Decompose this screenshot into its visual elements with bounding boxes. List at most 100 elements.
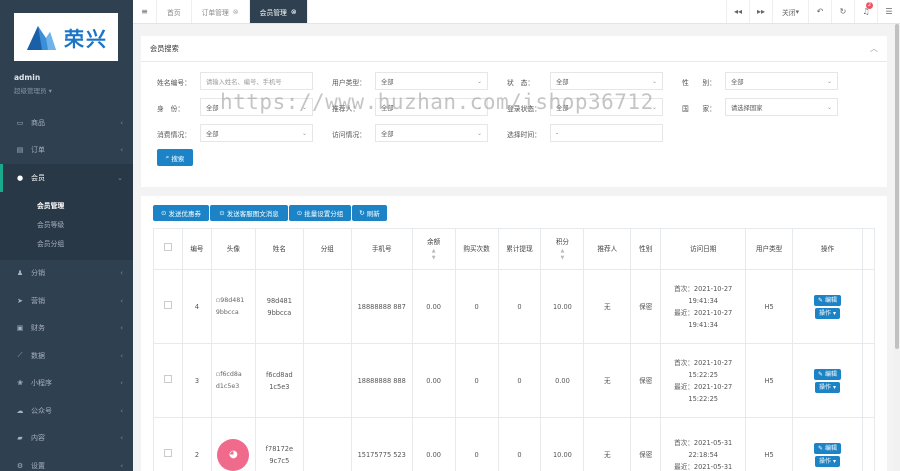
subnav-member-level[interactable]: 会员等级 bbox=[0, 216, 133, 235]
sidebar-item-miniapp[interactable]: ❀ 小程序 ‹ bbox=[0, 370, 133, 398]
subnav-member-manage[interactable]: 会员管理 bbox=[0, 197, 133, 216]
notification-badge: 2 bbox=[865, 2, 873, 9]
sidebar-item-wechat[interactable]: ☁ 公众号 ‹ bbox=[0, 397, 133, 425]
select-all-checkbox[interactable] bbox=[153, 228, 183, 270]
operate-dropdown[interactable]: 操作 ▾ bbox=[815, 381, 840, 393]
label-consume: 消费情况： bbox=[157, 131, 191, 139]
refresh-icon: ↻ bbox=[359, 209, 365, 217]
send-coupon-button[interactable]: ⊙ 发送优惠券 bbox=[153, 205, 209, 221]
close-tab-icon[interactable]: ⊗ bbox=[233, 8, 239, 16]
watermark-text: https://www.huzhan.com/ishop36712 bbox=[220, 90, 654, 114]
table-row: 2 ◕ f78172e 9c7c5 15175775 523 0.00 0 0 … bbox=[153, 417, 876, 471]
col-buys[interactable]: 购买次数 bbox=[454, 228, 499, 270]
gear-icon: ⚙ bbox=[16, 461, 24, 470]
sidebar-item-distribution[interactable]: ♟ 分销 ‹ bbox=[0, 260, 133, 288]
label-visit: 访问情况： bbox=[332, 131, 366, 139]
scroll-left-button[interactable]: ◂◂ bbox=[726, 0, 749, 23]
gender-select[interactable]: 全部 ⌄ bbox=[725, 72, 838, 90]
consume-select[interactable]: 全部 ⌄ bbox=[200, 124, 313, 142]
edit-button[interactable]: ✎ 编辑 bbox=[814, 368, 841, 380]
row-checkbox[interactable] bbox=[153, 343, 183, 418]
sidebar-item-settings[interactable]: ⚙ 设置 ‹ bbox=[0, 452, 133, 471]
send-news-button[interactable]: ⊙ 发送客服图文消息 bbox=[210, 205, 288, 221]
brand-name: 荣兴 bbox=[64, 26, 108, 51]
country-select[interactable]: 请选择国家 ⌄ bbox=[725, 98, 838, 116]
sidebar-item-content[interactable]: ▰ 内容 ‹ bbox=[0, 425, 133, 453]
col-points[interactable]: 积分 ▲ ▼ bbox=[540, 228, 585, 270]
tab-order-manage[interactable]: 订单管理 ⊗ bbox=[192, 0, 250, 23]
chevron-down-icon: ⌄ bbox=[476, 77, 482, 85]
visit-select[interactable]: 全部 ⌄ bbox=[375, 124, 488, 142]
backward-icon: ◂◂ bbox=[733, 7, 743, 16]
search-button[interactable]: ⌕ 搜索 bbox=[157, 149, 193, 166]
scrollbar-thumb[interactable] bbox=[895, 24, 899, 349]
refresh-button[interactable]: ↻ bbox=[831, 0, 854, 23]
back-button[interactable]: ↶ bbox=[808, 0, 831, 23]
users-icon: ♟ bbox=[16, 269, 24, 278]
chevron-left-icon: ‹ bbox=[120, 146, 123, 155]
close-tab-icon[interactable]: ⊗ bbox=[291, 8, 297, 16]
check-circle-icon: ⊙ bbox=[219, 209, 225, 217]
more-button[interactable]: ☰ bbox=[877, 0, 900, 23]
member-table: 编号 头像 姓名 分组 手机号 余额 ▲ ▼ 购买次数 累计提现 积分 ▲ ▼ 推荐人 … bbox=[153, 228, 876, 471]
chevron-left-icon: ‹ bbox=[120, 406, 123, 415]
avatar: ◕ bbox=[210, 417, 256, 471]
search-panel-header: 会员搜索 ︿ bbox=[141, 36, 887, 62]
sidebar-item-orders[interactable]: ▤ 订单 ‹ bbox=[0, 137, 133, 165]
avatar-image: ◕ bbox=[217, 438, 250, 471]
chevron-down-icon: ⌄ bbox=[117, 173, 123, 182]
edit-button[interactable]: ✎ 编辑 bbox=[814, 442, 841, 454]
status-select[interactable]: 全部 ⌄ bbox=[550, 72, 663, 90]
notification-button[interactable]: ♫ 2 bbox=[854, 0, 877, 23]
operate-dropdown[interactable]: 操作 ▾ bbox=[815, 455, 840, 467]
table-row: 3 ▫f6cd8a d1c5e3 f6cd8ad 1c5e3 18888888 … bbox=[153, 343, 876, 418]
chevron-left-icon: ‹ bbox=[120, 118, 123, 127]
refresh-list-button[interactable]: ↻ 刷新 bbox=[352, 205, 387, 221]
user-role[interactable]: 超级管理员 ▾ bbox=[14, 85, 52, 95]
user-profile[interactable]: admin 超级管理员 ▾ bbox=[14, 73, 52, 95]
tab-member-manage[interactable]: 会员管理 ⊗ bbox=[249, 0, 308, 23]
keyword-input[interactable]: 请输入姓名、编号、手机号 bbox=[200, 72, 313, 90]
sidebar-item-products[interactable]: ▭ 商品 ‹ bbox=[0, 109, 133, 137]
page-scrollbar[interactable] bbox=[894, 24, 900, 471]
sidebar: 荣兴 admin 超级管理员 ▾ ▭ 商品 ‹ ▤ 订单 ‹ ● 会员 ⌄ 会员管理 会员等… bbox=[0, 0, 133, 471]
subnav-member-group[interactable]: 会员分组 bbox=[0, 235, 133, 254]
label-country: 国 家： bbox=[682, 105, 716, 113]
sidebar-item-data[interactable]: ⟋ 数据 ‹ bbox=[0, 342, 133, 370]
row-checkbox[interactable] bbox=[153, 417, 183, 471]
col-id[interactable]: 编号 bbox=[181, 228, 212, 270]
sidebar-nav: ▭ 商品 ‹ ▤ 订单 ‹ ● 会员 ⌄ 会员管理 会员等级 会员分组 ♟ 分销 ‹ ➤ 营销 ‹ … bbox=[0, 109, 133, 471]
search-icon: ⌕ bbox=[165, 153, 170, 161]
folder-icon: ▰ bbox=[17, 434, 23, 443]
time-range-input[interactable]: - bbox=[550, 124, 663, 142]
close-menu-button[interactable]: 关闭 ▾ bbox=[772, 0, 808, 23]
user-type-select[interactable]: 全部 ⌄ bbox=[375, 72, 488, 90]
money-icon: ▣ bbox=[16, 324, 24, 333]
forward-icon: ▸▸ bbox=[756, 7, 766, 16]
col-gender: 性别 bbox=[630, 228, 662, 270]
refresh-icon: ↻ bbox=[839, 7, 847, 16]
col-withdraw[interactable]: 累计提现 bbox=[497, 228, 542, 270]
row-checkbox[interactable] bbox=[153, 269, 183, 344]
col-avatar: 头像 bbox=[210, 228, 256, 270]
tab-home[interactable]: 首页 bbox=[157, 0, 192, 23]
mountain-logo-icon bbox=[24, 20, 58, 54]
monitor-icon: ▭ bbox=[16, 118, 24, 127]
sidebar-item-members[interactable]: ● 会员 ⌄ bbox=[0, 164, 133, 192]
label-keyword: 姓名编号： bbox=[157, 79, 191, 87]
sidebar-item-finance[interactable]: ▣ 财务 ‹ bbox=[0, 315, 133, 343]
clipboard-icon: ▤ bbox=[16, 146, 24, 155]
sidebar-item-marketing[interactable]: ➤ 营销 ‹ bbox=[0, 287, 133, 315]
app-icon: ❀ bbox=[17, 379, 23, 388]
batch-group-button[interactable]: ⊙ 批量设置分组 bbox=[289, 205, 351, 221]
operate-dropdown[interactable]: 操作 ▾ bbox=[815, 307, 840, 319]
edit-button[interactable]: ✎ 编辑 bbox=[814, 294, 841, 306]
col-balance[interactable]: 余额 ▲ ▼ bbox=[411, 228, 456, 270]
collapse-chevron-icon[interactable]: ︿ bbox=[870, 43, 878, 54]
menu-toggle-button[interactable]: ≡ bbox=[133, 0, 157, 23]
chevron-left-icon: ‹ bbox=[120, 379, 123, 388]
col-referrer: 推荐人 bbox=[583, 228, 632, 270]
scroll-right-button[interactable]: ▸▸ bbox=[749, 0, 772, 23]
label-gender: 性 别： bbox=[682, 79, 716, 87]
list-icon: ☰ bbox=[885, 7, 893, 16]
